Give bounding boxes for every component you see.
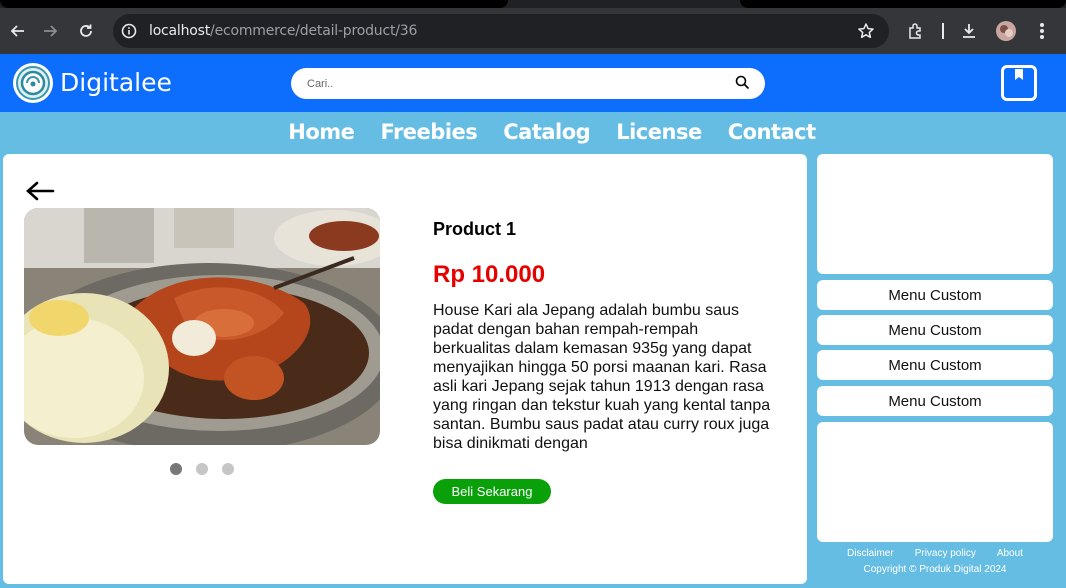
footer-link-about[interactable]: About [997,548,1023,559]
product-detail-card: Product 1 Rp 10.000 House Kari ala Jepan… [3,154,807,584]
carousel-dot[interactable] [222,463,234,475]
sidebar-menu-item[interactable]: Menu Custom [817,350,1053,380]
toolbar-divider [942,23,944,39]
sidebar-menu-item[interactable]: Menu Custom [817,386,1053,416]
carousel-indicators [170,463,234,475]
url-text: localhost/ecommerce/detail-product/36 [149,23,418,39]
nav-item-contact[interactable]: Contact [728,120,817,144]
footer-link-disclaimer[interactable]: Disclaimer [847,548,894,559]
search-bar [291,68,765,99]
nav-item-home[interactable]: Home [288,120,355,144]
sidebar-ad-bottom [817,422,1053,542]
search-icon[interactable] [735,75,750,95]
site-header: Digitalee [0,54,1066,112]
site-info-icon[interactable] [121,23,137,42]
buy-now-button[interactable]: Beli Sekarang [433,479,551,504]
reload-icon[interactable] [68,13,104,49]
footer-links: Disclaimer Privacy policy About [817,548,1053,559]
nav-item-license[interactable]: License [616,120,702,144]
back-icon[interactable] [0,13,36,49]
sidebar-menu-item[interactable]: Menu Custom [817,280,1053,310]
nav-item-catalog[interactable]: Catalog [503,120,590,144]
forward-icon[interactable] [32,13,68,49]
product-description: House Kari ala Jepang adalah bumbu saus … [433,302,771,452]
carousel-dot[interactable] [170,463,182,475]
bookmark-icon [1015,69,1023,80]
back-arrow-icon[interactable] [25,180,55,202]
carousel-dot[interactable] [196,463,208,475]
download-icon[interactable] [951,13,987,49]
profile-avatar[interactable] [988,13,1024,49]
main-nav: Home Freebies Catalog License Contact [0,112,1066,152]
search-input[interactable] [307,75,707,92]
sidebar-ad-top [817,154,1053,274]
address-bar[interactable]: localhost/ecommerce/detail-product/36 [113,14,889,48]
product-title: Product 1 [433,219,517,239]
copyright-text: Copyright © Produk Digital 2024 [863,564,1007,575]
bookmark-button[interactable] [1001,65,1037,101]
browser-tab[interactable] [0,0,508,8]
extensions-icon[interactable] [898,13,934,49]
browser-tabstrip [0,0,1066,8]
nav-item-freebies[interactable]: Freebies [380,120,477,144]
browser-tab[interactable] [740,0,1066,8]
footer-link-privacy[interactable]: Privacy policy [915,548,976,559]
sidebar-menu-item[interactable]: Menu Custom [817,315,1053,345]
star-icon[interactable] [857,22,875,43]
brand-name[interactable]: Digitalee [60,68,172,97]
browser-toolbar: localhost/ecommerce/detail-product/36 [0,8,1066,54]
product-price: Rp 10.000 [433,261,546,288]
product-image[interactable] [24,208,380,445]
menu-kebab-icon[interactable] [1024,13,1060,49]
brand-logo[interactable] [13,63,53,103]
